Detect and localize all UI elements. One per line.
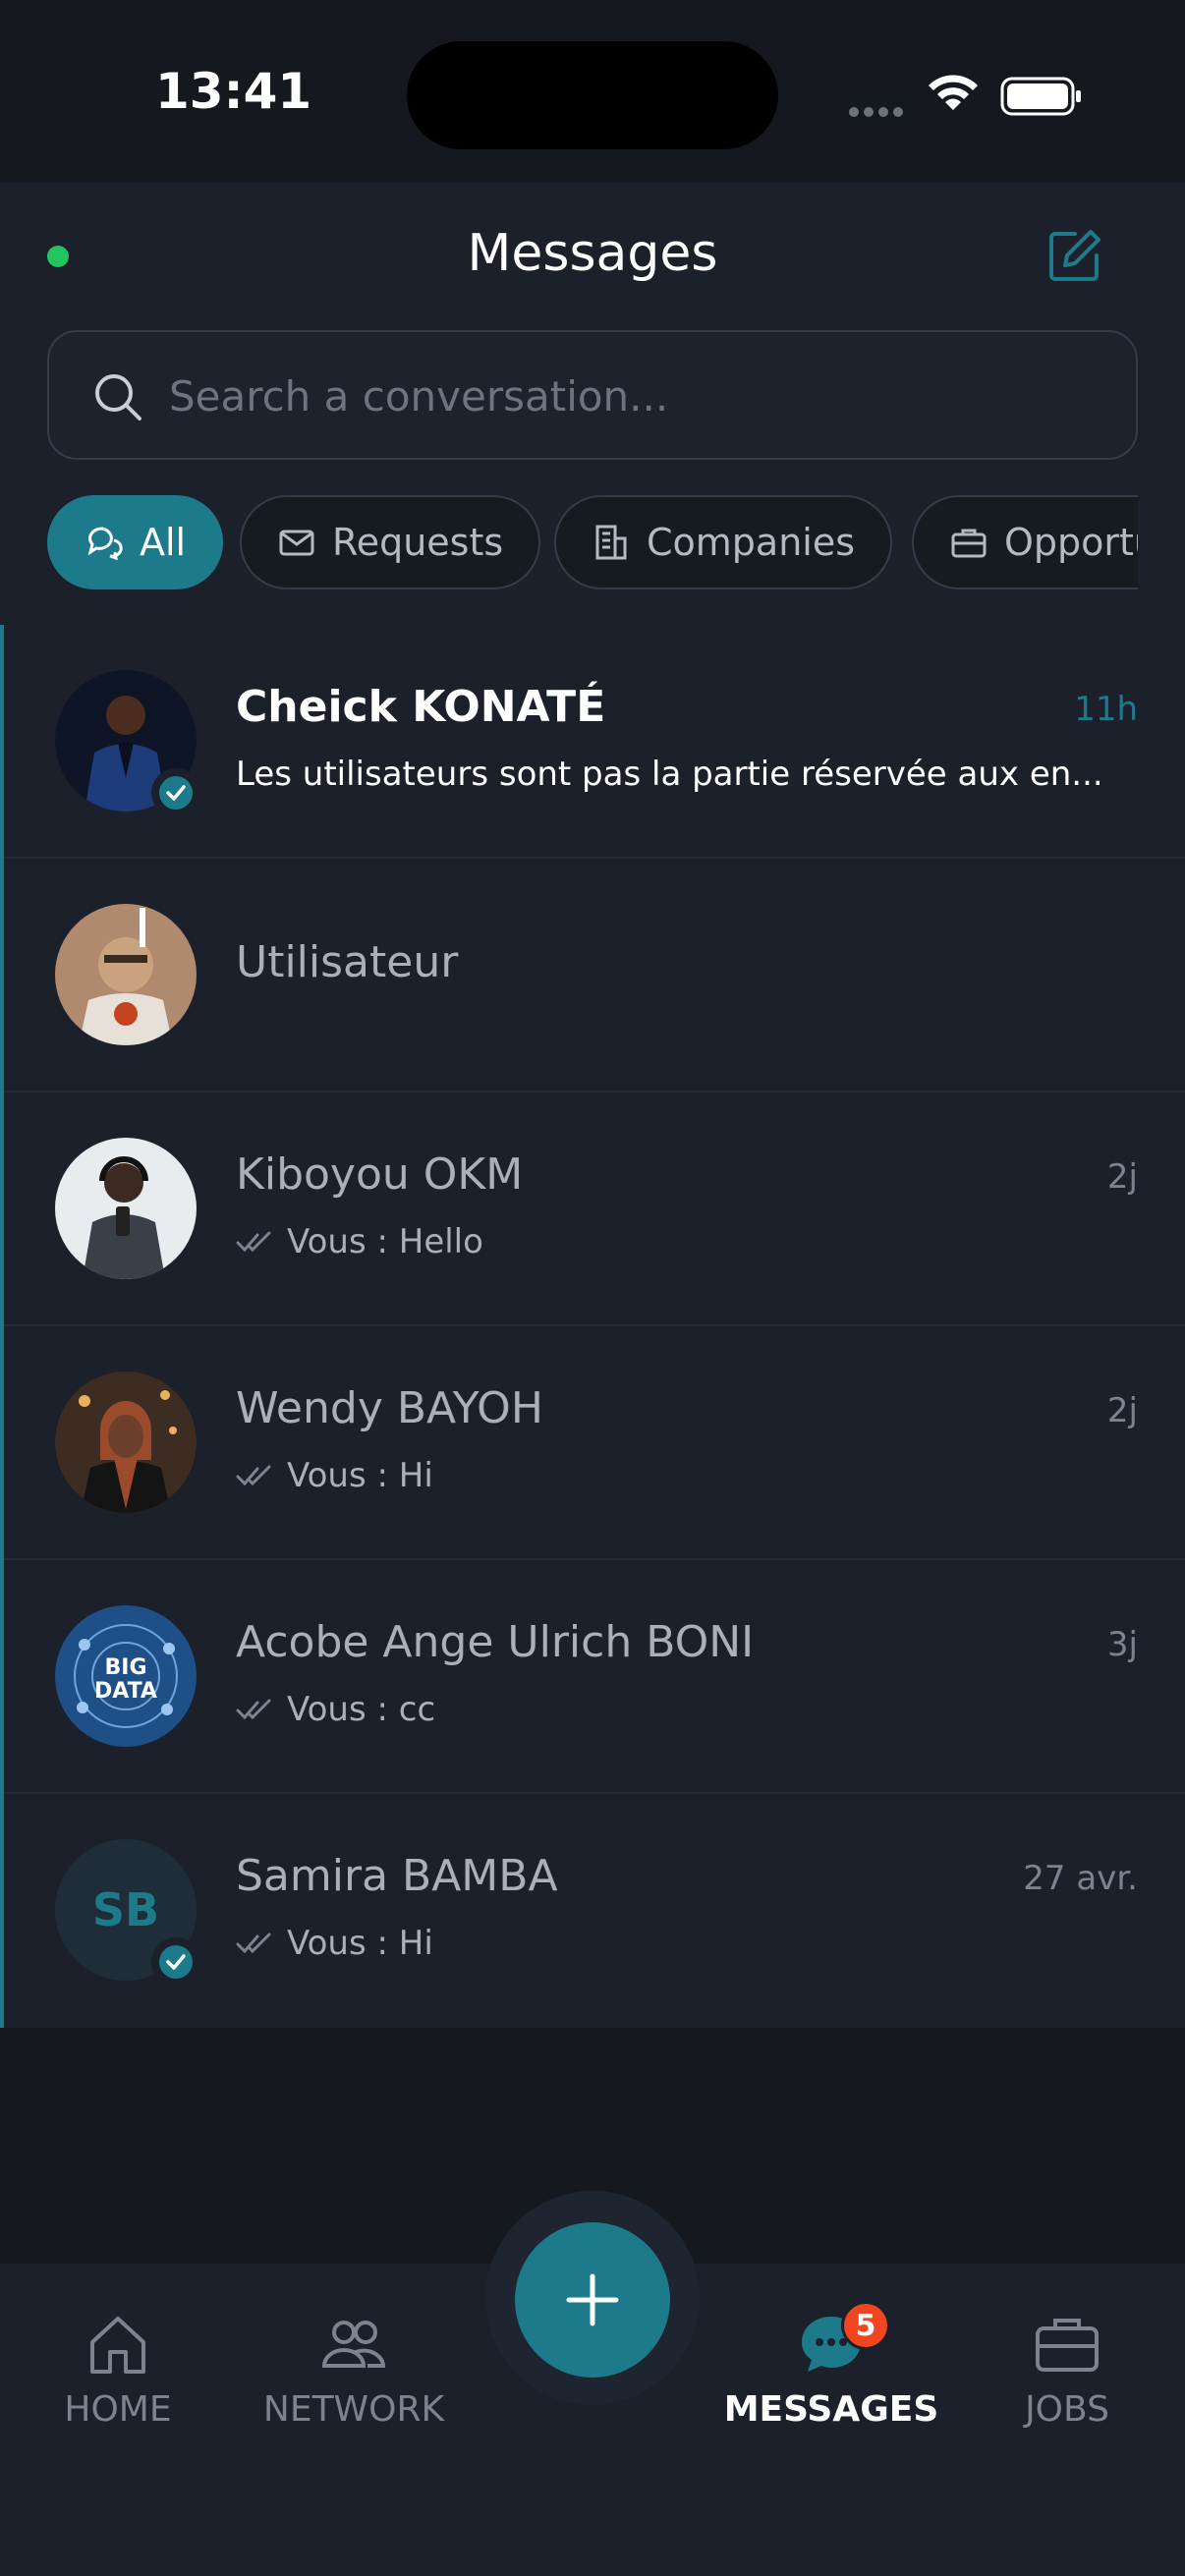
nav-home[interactable]: HOME [0, 2309, 236, 2430]
conversation-item[interactable]: BIG DATA Acobe Ange Ulrich BONI 3j Vous … [4, 1560, 1185, 1794]
page-title: Messages [467, 224, 718, 283]
filter-all[interactable]: All [47, 495, 224, 589]
search-box[interactable] [47, 330, 1138, 460]
conversation-preview: Vous : Hi [236, 1924, 1140, 1963]
verified-check-icon [159, 776, 193, 810]
double-check-icon [236, 1231, 271, 1253]
create-button[interactable] [515, 2222, 670, 2378]
conversation-item[interactable]: Utilisateur [4, 859, 1185, 1092]
conversation-item[interactable]: SB Samira BAMBA 27 avr. Vous : Hi [4, 1794, 1185, 2028]
nav-network[interactable]: NETWORK [236, 2309, 472, 2430]
conversation-preview: Vous : cc [236, 1690, 1140, 1729]
conversation-preview: Vous : Hi [236, 1456, 1140, 1495]
double-check-icon [236, 1932, 271, 1954]
conversation-name: Samira BAMBA [236, 1851, 558, 1901]
conversation-time: 27 avr. [1023, 1859, 1138, 1898]
conversation-name: Wendy BAYOH [236, 1383, 543, 1433]
conversation-name: Kiboyou OKM [236, 1149, 524, 1200]
search-input[interactable] [169, 362, 1093, 430]
conversation-item[interactable]: Kiboyou OKM 2j Vous : Hello [4, 1092, 1185, 1326]
header: Messages [0, 183, 1185, 330]
preview-text: Vous : Hi [287, 1924, 433, 1963]
filter-companies[interactable]: Companies [554, 495, 893, 589]
avatar: BIG DATA [55, 1605, 197, 1747]
nav-label: HOME [64, 2389, 172, 2430]
nav-jobs[interactable]: JOBS [949, 2309, 1185, 2430]
filter-label: Requests [332, 521, 504, 564]
conversation-name: Cheick KONATÉ [236, 682, 606, 732]
filter-label: Opportu [1004, 521, 1138, 564]
nav-label: MESSAGES [723, 2389, 939, 2430]
dynamic-island [407, 41, 778, 149]
filter-opportunities[interactable]: Opportu [912, 495, 1138, 589]
avatar [55, 1372, 197, 1513]
filter-label: Companies [647, 521, 856, 564]
preview-text: Les utilisateurs sont pas la partie rése… [236, 755, 1103, 794]
double-check-icon [236, 1699, 271, 1720]
messages-badge: 5 [841, 2301, 890, 2350]
conversation-preview: Les utilisateurs sont pas la partie rése… [236, 755, 1140, 794]
chat-bubbles-icon [87, 527, 123, 561]
plus-icon [566, 2273, 619, 2326]
battery-icon [1000, 77, 1081, 116]
compose-icon[interactable] [1045, 226, 1104, 285]
verified-badge [151, 1937, 200, 1987]
status-time: 13:41 [155, 63, 312, 120]
nav-label: JOBS [1025, 2389, 1109, 2430]
avatar-text-line1: BIG [104, 1655, 146, 1680]
filter-chips: All Requests Companies Opportu [47, 495, 1138, 589]
nav-messages[interactable]: MESSAGES [713, 2309, 949, 2430]
conversation-preview: Vous : Hello [236, 1222, 1140, 1261]
conversation-time: 2j [1106, 1157, 1138, 1197]
briefcase-icon [951, 529, 987, 558]
conversation-list: Cheick KONATÉ 11h Les utilisateurs sont … [0, 625, 1185, 2028]
avatar-text-line2: DATA [94, 1679, 157, 1704]
status-bar: 13:41 [0, 0, 1185, 183]
briefcase-icon [1036, 2319, 1099, 2372]
double-check-icon [236, 1465, 271, 1486]
signal-icon [849, 102, 908, 121]
conversation-name: Acobe Ange Ulrich BONI [236, 1617, 755, 1667]
home-icon [90, 2317, 145, 2374]
filter-label: All [140, 521, 187, 564]
preview-text: Vous : cc [287, 1690, 436, 1729]
nav-label: NETWORK [262, 2389, 445, 2430]
wifi-icon [929, 75, 978, 110]
filter-requests[interactable]: Requests [240, 495, 541, 589]
conversation-item[interactable]: Wendy BAYOH 2j Vous : Hi [4, 1326, 1185, 1560]
network-icon [321, 2321, 386, 2368]
preview-text: Vous : Hello [287, 1222, 483, 1261]
verified-check-icon [159, 1945, 193, 1979]
avatar [55, 904, 197, 1045]
conversation-time: 3j [1106, 1625, 1138, 1664]
verified-badge [151, 768, 200, 817]
building-icon [595, 525, 627, 560]
conversation-time: 11h [1074, 690, 1138, 729]
search-icon [95, 374, 141, 420]
conversation-name: Utilisateur [236, 937, 459, 987]
preview-text: Vous : Hi [287, 1456, 433, 1495]
envelope-icon [279, 530, 314, 556]
conversation-item[interactable]: Cheick KONATÉ 11h Les utilisateurs sont … [4, 625, 1185, 859]
conversation-time: 2j [1106, 1391, 1138, 1430]
avatar-initials: SB [91, 1883, 160, 1936]
avatar [55, 1138, 197, 1279]
